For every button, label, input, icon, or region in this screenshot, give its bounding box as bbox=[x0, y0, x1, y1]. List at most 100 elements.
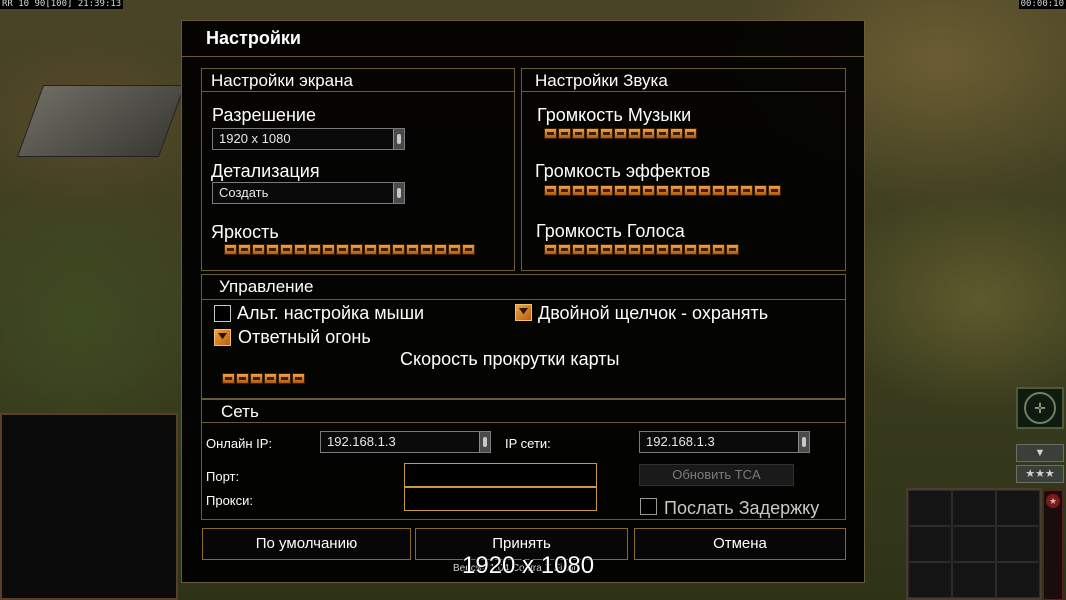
resolution-scrollbar[interactable] bbox=[393, 129, 404, 149]
detail-select[interactable]: Создать bbox=[212, 182, 405, 204]
slider-segment bbox=[308, 244, 321, 255]
resolution-overlay: 1920 x 1080 bbox=[462, 552, 595, 579]
command-slot[interactable] bbox=[908, 562, 952, 598]
slider-segment bbox=[280, 244, 293, 255]
slider-segment bbox=[670, 128, 683, 139]
command-slot[interactable] bbox=[996, 562, 1040, 598]
slider-segment bbox=[364, 244, 377, 255]
slider-segment bbox=[224, 244, 237, 255]
scroll-speed-slider[interactable] bbox=[222, 373, 305, 386]
online-ip-scrollbar[interactable] bbox=[479, 432, 490, 452]
slider-segment bbox=[684, 128, 697, 139]
slider-segment bbox=[448, 244, 461, 255]
proxy-label: Прокси: bbox=[206, 493, 254, 508]
detail-label: Детализация bbox=[211, 161, 320, 181]
slider-segment bbox=[572, 128, 585, 139]
slider-segment bbox=[656, 185, 669, 196]
command-slot[interactable] bbox=[952, 526, 996, 562]
radar-button[interactable]: ✛ bbox=[1016, 387, 1064, 429]
slider-segment bbox=[642, 185, 655, 196]
slider-segment bbox=[558, 244, 571, 255]
alt-mouse-label: Альт. настройка мыши bbox=[237, 303, 425, 323]
lan-ip-scrollbar[interactable] bbox=[798, 432, 809, 452]
slider-segment bbox=[278, 373, 291, 384]
voice-volume-label: Громкость Голоса bbox=[536, 221, 685, 241]
command-slot[interactable] bbox=[996, 526, 1040, 562]
slider-segment bbox=[600, 128, 613, 139]
faction-emblem-icon: ★ bbox=[1046, 494, 1060, 508]
slider-segment bbox=[768, 185, 781, 196]
slider-segment bbox=[754, 185, 767, 196]
send-delay-label: Послать Задержку bbox=[664, 498, 820, 518]
music-volume-slider[interactable] bbox=[544, 128, 697, 141]
port-input[interactable] bbox=[404, 463, 597, 487]
slider-segment bbox=[558, 185, 571, 196]
slider-segment bbox=[656, 128, 669, 139]
rank-stars-button[interactable]: ★★★ bbox=[1016, 465, 1064, 483]
online-ip-select[interactable]: 192.168.1.3 bbox=[320, 431, 491, 453]
double-click-guard-checkbox[interactable] bbox=[515, 304, 532, 321]
command-grid bbox=[906, 488, 1042, 600]
slider-segment bbox=[656, 244, 669, 255]
hud-timer: 00:00:10 bbox=[1018, 0, 1066, 9]
alt-mouse-checkbox[interactable] bbox=[214, 305, 231, 322]
cancel-button[interactable]: Отмена bbox=[634, 528, 846, 560]
defaults-button[interactable]: По умолчанию bbox=[202, 528, 411, 560]
collapse-arrow-button[interactable]: ▼ bbox=[1016, 444, 1064, 462]
slider-segment bbox=[614, 185, 627, 196]
slider-segment bbox=[434, 244, 447, 255]
slider-segment bbox=[642, 128, 655, 139]
update-tca-button[interactable]: Обновить TCA bbox=[639, 464, 794, 486]
slider-segment bbox=[740, 185, 753, 196]
base-structure bbox=[16, 85, 186, 157]
slider-segment bbox=[266, 244, 279, 255]
slider-segment bbox=[586, 185, 599, 196]
effects-volume-slider[interactable] bbox=[544, 185, 781, 198]
lan-ip-value: 192.168.1.3 bbox=[646, 434, 715, 449]
slider-segment bbox=[586, 128, 599, 139]
slider-segment bbox=[670, 244, 683, 255]
slider-segment bbox=[628, 185, 641, 196]
slider-segment bbox=[684, 244, 697, 255]
resolution-value: 1920 x 1080 bbox=[219, 131, 291, 146]
slider-segment bbox=[322, 244, 335, 255]
slider-segment bbox=[600, 244, 613, 255]
command-slot[interactable] bbox=[952, 490, 996, 526]
slider-segment bbox=[698, 244, 711, 255]
slider-segment bbox=[264, 373, 277, 384]
lan-ip-select[interactable]: 192.168.1.3 bbox=[639, 431, 810, 453]
command-slot[interactable] bbox=[908, 526, 952, 562]
title-divider bbox=[181, 56, 865, 57]
port-label: Порт: bbox=[206, 469, 240, 484]
slider-segment bbox=[292, 373, 305, 384]
slider-segment bbox=[294, 244, 307, 255]
brightness-slider[interactable] bbox=[224, 244, 475, 257]
proxy-input[interactable] bbox=[404, 487, 597, 511]
slider-segment bbox=[544, 244, 557, 255]
resolution-select[interactable]: 1920 x 1080 bbox=[212, 128, 405, 150]
voice-volume-slider[interactable] bbox=[544, 244, 739, 257]
hud-top-left-status: RR 10 90[100] 21:39:13 bbox=[0, 0, 124, 9]
slider-segment bbox=[378, 244, 391, 255]
slider-segment bbox=[336, 244, 349, 255]
radar-icon: ✛ bbox=[1024, 392, 1056, 424]
slider-segment bbox=[614, 128, 627, 139]
slider-segment bbox=[238, 244, 251, 255]
slider-segment bbox=[406, 244, 419, 255]
minimap[interactable] bbox=[0, 413, 178, 600]
command-slot[interactable] bbox=[908, 490, 952, 526]
slider-segment bbox=[544, 128, 557, 139]
slider-segment bbox=[614, 244, 627, 255]
dialog-title: Настройки bbox=[206, 28, 301, 48]
detail-scrollbar[interactable] bbox=[393, 183, 404, 203]
send-delay-checkbox[interactable] bbox=[640, 498, 657, 515]
slider-segment bbox=[712, 185, 725, 196]
slider-segment bbox=[392, 244, 405, 255]
slider-segment bbox=[586, 244, 599, 255]
command-slot[interactable] bbox=[996, 490, 1040, 526]
effects-volume-label: Громкость эффектов bbox=[535, 161, 711, 181]
command-slot[interactable] bbox=[952, 562, 996, 598]
return-fire-checkbox[interactable] bbox=[214, 329, 231, 346]
brightness-label: Яркость bbox=[211, 222, 279, 242]
screen-settings-header: Настройки экрана bbox=[202, 69, 514, 92]
